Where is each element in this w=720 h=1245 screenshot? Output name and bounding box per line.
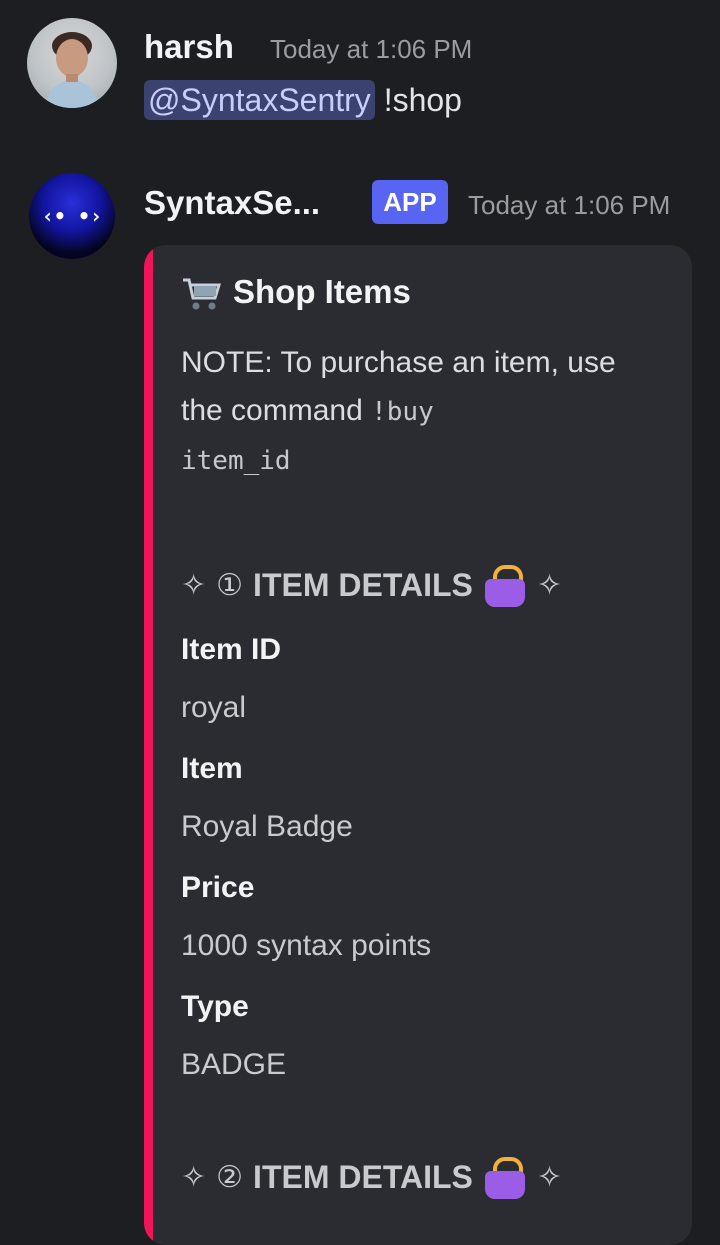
- section-number: ②: [216, 1160, 244, 1194]
- field-value: Royal Badge: [181, 810, 353, 843]
- field-name: Type: [181, 990, 249, 1023]
- field-name: Item ID: [181, 633, 282, 666]
- sparkle-icon: ✧: [181, 568, 207, 602]
- message-timestamp: Today at 1:06 PM: [468, 190, 671, 220]
- note-code-arg: item_id: [181, 446, 291, 476]
- embed-note: NOTE: To purchase an item, use the comma…: [181, 339, 651, 485]
- shop-embed: Shop Items NOTE: To purchase an item, us…: [144, 245, 692, 1245]
- section-heading-text: ITEM DETAILS: [253, 566, 473, 603]
- bot-name[interactable]: SyntaxSe...: [144, 184, 320, 222]
- field-name: Price: [181, 871, 255, 904]
- field-value: BADGE: [181, 1048, 287, 1081]
- bot-face-icon: ‹• •›: [42, 204, 102, 228]
- section-heading-text: ITEM DETAILS: [253, 1158, 473, 1195]
- note-code-command: !buy: [371, 397, 434, 427]
- field-value: 1000 syntax points: [181, 929, 432, 962]
- app-badge: APP: [372, 180, 448, 224]
- message-bot: ‹• •› SyntaxSe... APP Today at 1:06 PM S…: [0, 0, 720, 1245]
- field-value: royal: [181, 691, 247, 724]
- section-number: ①: [216, 568, 244, 602]
- field-name: Item: [181, 752, 243, 785]
- embed-accent-bar: [144, 245, 153, 1245]
- embed-title: Shop Items: [233, 273, 411, 310]
- handbag-icon: [483, 563, 527, 607]
- sparkle-icon: ✧: [181, 1160, 207, 1194]
- svg-text:‹• •›: ‹• •›: [42, 204, 102, 228]
- sparkle-icon: ✧: [536, 1160, 563, 1194]
- handbag-icon: [483, 1155, 527, 1199]
- section-heading-1: ✧ ① ITEM DETAILS ✧: [181, 563, 562, 607]
- section-heading-2: ✧ ② ITEM DETAILS ✧: [181, 1155, 562, 1199]
- bot-avatar[interactable]: ‹• •›: [29, 173, 115, 259]
- embed-title-row: Shop Items: [181, 273, 411, 312]
- shopping-cart-icon: [181, 276, 222, 312]
- sparkle-icon: ✧: [536, 568, 563, 602]
